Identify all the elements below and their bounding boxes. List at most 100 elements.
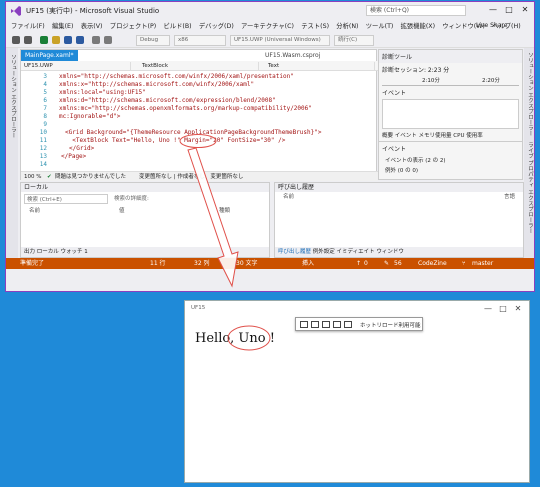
tab-summary[interactable]: 概要 [382, 133, 393, 139]
continue-button[interactable]: 続行(C) [334, 35, 374, 46]
timeline-ruler: 2:10分 2:20分 [382, 76, 519, 86]
save-icon[interactable] [64, 36, 72, 44]
diagnostic-title: 診断ツール [379, 50, 522, 63]
nav-property-dropdown[interactable]: Text [265, 62, 375, 70]
menu-file[interactable]: ファイル(F) [11, 20, 45, 33]
exceptions-item[interactable]: 例外 (0 の 0) [379, 165, 522, 175]
tab-memory[interactable]: メモリ使用量 [419, 133, 452, 139]
tab-mainpage-xaml[interactable]: MainPage.xaml* [21, 50, 78, 61]
issues-status: 問題は見つかりませんでした [55, 174, 127, 180]
menu-edit[interactable]: 編集(E) [52, 20, 74, 33]
close-button[interactable]: ✕ [518, 4, 532, 16]
menu-view[interactable]: 表示(V) [81, 20, 103, 33]
callstack-tabs: 呼び出し履歴 例外設定 イミディエイト ウィンドウ [275, 247, 523, 257]
undo-icon[interactable] [92, 36, 100, 44]
app-minimize-button[interactable]: — [481, 304, 495, 313]
new-item-icon[interactable] [40, 36, 48, 44]
callstack-title: 呼び出し履歴 [275, 183, 523, 192]
timeline-tick: 2:10分 [422, 78, 440, 84]
startup-target-dropdown[interactable]: UF15.UWP (Universal Windows) [230, 35, 330, 46]
live-share-button[interactable]: Live Share [476, 22, 507, 29]
hot-reload-status: ホットリロード利用可能 [360, 323, 421, 329]
code-line: xmlns:d="http://schemas.microsoft.com/ex… [59, 97, 276, 104]
search-depth-label: 検索の詳細度: [114, 196, 149, 202]
solution-explorer-tab[interactable]: ソリューション エクスプローラー [526, 52, 534, 136]
app-close-button[interactable]: ✕ [511, 304, 525, 313]
highlight-ellipse [227, 325, 271, 351]
title-bar: UF15 (実行中) - Microsoft Visual Studio 検索 … [6, 2, 534, 20]
menu-architecture[interactable]: アーキテクチャ(C) [241, 20, 294, 33]
tab-callstack[interactable]: 呼び出し履歴 [278, 249, 311, 255]
status-branch[interactable]: master [472, 258, 493, 269]
go-to-live-visual-tree-icon[interactable] [344, 321, 352, 328]
tab-immediate[interactable]: イミディエイト ウィンドウ [337, 249, 404, 255]
menu-debug[interactable]: デバッグ(D) [199, 20, 234, 33]
push-arrow-icon[interactable]: ↑ [356, 258, 361, 269]
redo-icon[interactable] [104, 36, 112, 44]
events-timeline[interactable] [382, 99, 519, 129]
menu-tools[interactable]: ツール(T) [366, 20, 394, 33]
save-all-icon[interactable] [76, 36, 84, 44]
line-number: 11 [39, 137, 47, 144]
maximize-button[interactable]: □ [502, 4, 516, 16]
display-layout-adorners-icon[interactable] [311, 321, 319, 328]
live-property-explorer-tab[interactable]: ライブ プロパティ エクスプローラー [526, 142, 534, 234]
col-name[interactable]: 名前 [29, 206, 119, 214]
editor-nav-bar: UF15.UWP TextBlock Text [21, 61, 378, 71]
menu-bar: ファイル(F) 編集(E) 表示(V) プロジェクト(P) ビルド(B) デバッ… [6, 20, 534, 33]
forward-icon[interactable] [24, 36, 32, 44]
issues-check-icon: ✔ [47, 174, 52, 180]
tab-events[interactable]: イベント [395, 133, 417, 139]
left-rail-tab[interactable]: ソリューション エクスプローラー [9, 54, 17, 138]
menu-test[interactable]: テスト(S) [301, 20, 329, 33]
bottom-panels: ローカル 検索 (Ctrl+E) 検索の詳細度: 名前 値 種類 出力 ローカル… [20, 182, 524, 258]
line-number: 9 [43, 121, 47, 128]
menu-analyze[interactable]: 分析(N) [336, 20, 358, 33]
config-dropdown[interactable]: Debug [136, 35, 170, 46]
tab-exception-settings[interactable]: 例外設定 [313, 249, 335, 255]
minimize-button[interactable]: — [486, 4, 500, 16]
tab-watch1[interactable]: ウォッチ 1 [61, 249, 88, 255]
platform-dropdown[interactable]: x86 [174, 35, 226, 46]
tab-cpu[interactable]: CPU 使用率 [453, 133, 482, 139]
left-tool-rail: ソリューション エクスプローラー [6, 48, 18, 258]
nav-element-dropdown[interactable]: TextBlock [139, 62, 259, 70]
tab-wasm-csproj[interactable]: UF15.Wasm.csproj [261, 50, 324, 61]
code-line: xmlns="http://schemas.microsoft.com/winf… [59, 73, 294, 80]
line-number: 14 [39, 161, 47, 168]
col-language[interactable]: 言語 [504, 192, 515, 200]
tab-locals[interactable]: ローカル [37, 249, 59, 255]
display-accessibility-icon[interactable] [333, 321, 341, 328]
line-number: 12 [39, 145, 47, 152]
show-events-item[interactable]: イベントの表示 (2 の 2) [379, 155, 522, 165]
status-repo[interactable]: CodeZine [418, 258, 447, 269]
col-name[interactable]: 名前 [283, 192, 294, 200]
back-icon[interactable] [12, 36, 20, 44]
menu-extensions[interactable]: 拡張機能(X) [401, 20, 435, 33]
open-icon[interactable] [52, 36, 60, 44]
app-title: UF15 [191, 305, 206, 311]
app-maximize-button[interactable]: □ [496, 304, 510, 313]
status-line: 11 行 [150, 260, 166, 267]
quick-launch-input[interactable]: 検索 (Ctrl+Q) [366, 5, 466, 16]
xaml-live-toolbar: ホットリロード利用可能 [295, 317, 423, 331]
menu-build[interactable]: ビルド(B) [164, 20, 192, 33]
visual-studio-window: UF15 (実行中) - Microsoft Visual Studio 検索 … [5, 1, 535, 292]
menu-project[interactable]: プロジェクト(P) [110, 20, 157, 33]
select-element-icon[interactable] [300, 321, 308, 328]
status-changes: 56 [394, 260, 402, 267]
nav-project-dropdown[interactable]: UF15.UWP [21, 62, 131, 70]
visual-studio-logo-icon [11, 6, 21, 16]
code-line: xmlns:mc="http://schemas.openxmlformats.… [59, 105, 312, 112]
line-number: 5 [43, 89, 47, 96]
annotation-arrow [187, 148, 239, 288]
status-ready: 準備完了 [20, 260, 45, 267]
zoom-level[interactable]: 100 % [24, 172, 41, 182]
callstack-columns: 名前 言語 [275, 192, 523, 200]
track-focus-icon[interactable] [322, 321, 330, 328]
locals-search-input[interactable]: 検索 (Ctrl+E) [24, 194, 108, 204]
code-line: mc:Ignorable="d"> [59, 113, 121, 120]
window-title: UF15 (実行中) - Microsoft Visual Studio [26, 7, 160, 15]
tab-output[interactable]: 出力 [24, 249, 35, 255]
pencil-icon[interactable]: ✎ [384, 258, 389, 269]
